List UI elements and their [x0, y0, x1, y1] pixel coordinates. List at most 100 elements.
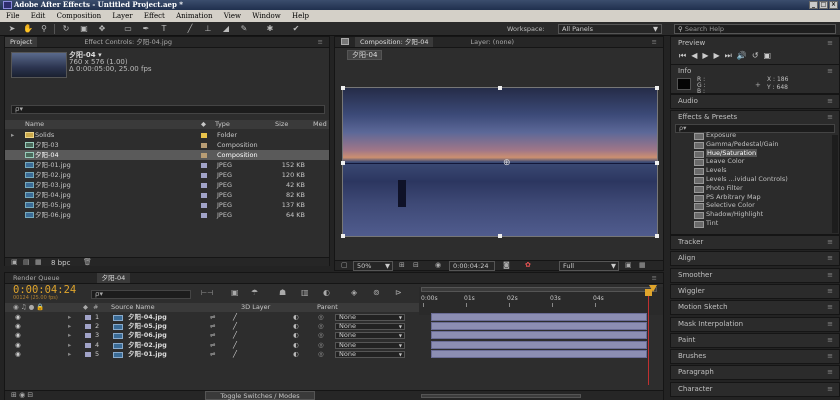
close-button[interactable]: ×: [829, 1, 838, 9]
label-color-swatch[interactable]: [201, 193, 207, 198]
label-color-swatch[interactable]: [201, 213, 207, 218]
menu-effect[interactable]: Effect: [144, 12, 165, 20]
menu-animation[interactable]: Animation: [176, 12, 212, 20]
layer-duration-bar[interactable]: [431, 322, 647, 331]
panel-character[interactable]: Character ≡: [670, 381, 840, 397]
toggle-switches-modes-button[interactable]: Toggle Switches / Modes: [205, 391, 315, 400]
shy-icon[interactable]: ☗: [279, 288, 286, 297]
handle[interactable]: [655, 161, 659, 165]
work-area-bar[interactable]: [421, 287, 657, 292]
bpc-label[interactable]: 8 bpc: [51, 259, 70, 267]
align-axis-icon[interactable]: ✔: [290, 24, 302, 34]
hand-tool-icon[interactable]: ✋: [22, 24, 34, 34]
col-media[interactable]: Med: [313, 120, 327, 129]
project-item[interactable]: 夕阳-03 Composition: [5, 140, 329, 150]
menu-view[interactable]: View: [224, 12, 241, 20]
camera-tool-icon[interactable]: ▣: [78, 24, 90, 34]
resolution-select[interactable]: Full ▼: [559, 261, 619, 271]
handle[interactable]: [655, 86, 659, 90]
panel-paragraph[interactable]: Paragraph ≡: [670, 365, 840, 381]
panel-menu-icon[interactable]: ≡: [827, 285, 833, 298]
col-source-name[interactable]: Source Name: [111, 303, 155, 312]
playhead-line[interactable]: [648, 293, 649, 385]
brainstorm-icon[interactable]: ◈: [351, 288, 357, 297]
project-item[interactable]: 夕阳-05.jpg JPEG 137 KB: [5, 200, 329, 210]
effect-item[interactable]: Levels ...ividual Controls): [664, 175, 832, 184]
col-size[interactable]: Size: [275, 120, 288, 129]
roto-brush-icon[interactable]: ✎: [238, 24, 250, 34]
label-color-swatch[interactable]: [201, 163, 207, 168]
transparency-grid-icon[interactable]: ▦: [639, 261, 646, 269]
project-item[interactable]: 夕阳-04.jpg JPEG 82 KB: [5, 190, 329, 200]
menu-composition[interactable]: Composition: [57, 12, 102, 20]
effect-item[interactable]: PS Arbitrary Map: [664, 193, 832, 202]
handle[interactable]: [655, 234, 659, 238]
col-type[interactable]: Type: [215, 120, 230, 129]
panel-menu-icon[interactable]: ≡: [827, 301, 833, 314]
workspace-select[interactable]: All Panels ▼: [558, 24, 662, 34]
layer-duration-bar[interactable]: [431, 313, 647, 321]
pen-tool-icon[interactable]: ✒: [140, 24, 152, 34]
panel-paint[interactable]: Paint ≡: [670, 332, 840, 348]
minimize-button[interactable]: _: [809, 1, 818, 9]
comp-timecode[interactable]: 0:00:04:24: [449, 261, 495, 271]
panel-wiggler[interactable]: Wiggler ≡: [670, 283, 840, 299]
motion-blur-icon[interactable]: ◐: [323, 288, 330, 297]
frame-blend-icon[interactable]: ▥: [301, 288, 309, 297]
effect-item[interactable]: Selective Color: [664, 201, 832, 211]
layer-duration-bar[interactable]: [431, 340, 647, 349]
panel-menu-icon[interactable]: ≡: [827, 37, 833, 50]
label-color-swatch[interactable]: [201, 133, 207, 138]
handle[interactable]: [498, 234, 502, 238]
new-comp-icon[interactable]: ▦: [35, 258, 42, 266]
comp-mini-flowchart-icon[interactable]: ⊢⊣: [201, 289, 213, 297]
text-tool-icon[interactable]: T: [158, 24, 170, 34]
panel-menu-icon[interactable]: ≡: [827, 111, 833, 124]
eraser-tool-icon[interactable]: ◢: [220, 24, 232, 34]
label-color-swatch[interactable]: [201, 183, 207, 188]
new-folder-icon[interactable]: ▤: [23, 258, 30, 266]
menu-layer[interactable]: Layer: [112, 12, 132, 20]
panel-tracker[interactable]: Tracker ≡: [670, 235, 840, 250]
panel-menu-icon[interactable]: ≡: [652, 37, 657, 47]
tab-composition[interactable]: Composition: 夕阳-04: [355, 37, 434, 47]
project-search-input[interactable]: ρ▾: [11, 105, 325, 114]
label-color-swatch[interactable]: [201, 203, 207, 208]
project-item[interactable]: 夕阳-04 Composition: [5, 150, 329, 160]
safe-zones-icon[interactable]: ⊞: [399, 261, 405, 269]
panel-menu-icon[interactable]: ≡: [827, 366, 833, 379]
panel-motion-sketch[interactable]: Motion Sketch ≡: [670, 300, 840, 316]
panel-menu-icon[interactable]: ≡: [652, 273, 657, 283]
panel-mask-interpolation[interactable]: Mask Interpolation ≡: [670, 316, 840, 332]
tab-project[interactable]: Project: [5, 37, 38, 47]
channel-icon[interactable]: ✿: [525, 261, 531, 269]
menu-edit[interactable]: Edit: [31, 12, 46, 20]
col-name[interactable]: Name: [25, 120, 44, 129]
puppet-tool-icon[interactable]: ✱: [264, 24, 276, 34]
panel-menu-icon[interactable]: ≡: [827, 269, 833, 282]
playback-controls[interactable]: ⏮◀▶▶⏭🔊↺▣: [679, 49, 776, 62]
effects-scrollbar[interactable]: [832, 135, 838, 233]
label-col-icon[interactable]: ◆: [201, 120, 206, 129]
project-item[interactable]: ▸ Solids Folder: [5, 130, 329, 140]
menu-help[interactable]: Help: [292, 12, 309, 20]
interpret-footage-icon[interactable]: ▣: [11, 258, 18, 266]
draft-3d-icon[interactable]: ☂: [251, 288, 258, 297]
search-help-input[interactable]: ⚲ Search Help: [674, 24, 836, 34]
audio-panel[interactable]: Audio ≡: [670, 94, 840, 109]
handle[interactable]: [341, 161, 345, 165]
live-update-icon[interactable]: ▣: [231, 288, 239, 297]
panel-smoother[interactable]: Smoother ≡: [670, 267, 840, 283]
effect-item[interactable]: Hue/Saturation: [664, 148, 832, 158]
tab-render-queue[interactable]: Render Queue: [5, 273, 65, 283]
rotate-tool-icon[interactable]: ↻: [60, 24, 72, 34]
tab-layer[interactable]: Layer: (none): [466, 37, 520, 47]
panel-menu-icon[interactable]: ≡: [827, 383, 833, 396]
always-preview-icon[interactable]: ▢: [341, 261, 348, 269]
timeline-search-input[interactable]: ρ▾: [91, 290, 191, 299]
time-ruler[interactable]: 0:00s 01s 02s 03s 04s: [419, 285, 663, 315]
layer-duration-bar[interactable]: [431, 331, 647, 340]
label-color-swatch[interactable]: [201, 143, 207, 148]
panel-menu-icon[interactable]: ≡: [827, 236, 833, 249]
graph-editor-icon[interactable]: ⊚: [373, 288, 380, 297]
